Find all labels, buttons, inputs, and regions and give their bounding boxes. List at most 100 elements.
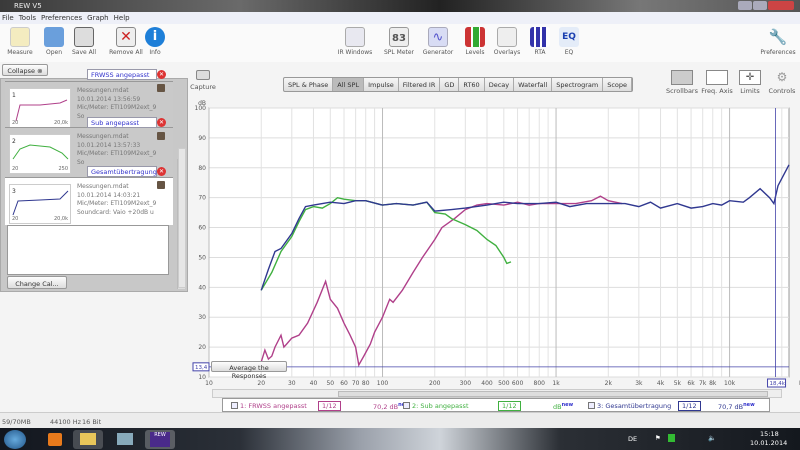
measure-icon (10, 27, 30, 47)
change-cal-button[interactable]: Change Cal... (7, 276, 67, 289)
tab-spectrogram[interactable]: Spectrogram (552, 78, 604, 91)
notes-area[interactable] (7, 225, 169, 275)
smoothing-selector[interactable]: 1/12 (678, 401, 701, 411)
horizontal-scrollbar[interactable] (212, 389, 782, 398)
tab-decay[interactable]: Decay (485, 78, 515, 91)
delete-measurement-2-icon[interactable]: ✕ (157, 118, 166, 127)
legend-checkbox[interactable] (231, 402, 238, 409)
legend-item-1[interactable]: 1: FRWSS angepasst (231, 402, 307, 410)
measure-button[interactable]: Measure (3, 27, 37, 56)
thumbnail-axis-end: 20,0k (53, 216, 68, 222)
rew-taskbar-icon[interactable]: REW (145, 430, 175, 449)
status-bar: 59/70MB 44100 Hz 16 Bit (0, 412, 800, 428)
taskbar: REW DE ⚑ 🔈 15:18 10.01.2014 (0, 428, 800, 450)
measurement-thumbnail: 1 20 20,0k (9, 88, 71, 128)
tab-impulse[interactable]: Impulse (364, 78, 399, 91)
x-tick-label: 10k (724, 380, 736, 387)
delete-measurement-1-icon[interactable]: ✕ (157, 70, 166, 79)
tab-spl-phase[interactable]: SPL & Phase (284, 78, 334, 91)
sine-wave-icon: ∿ (428, 27, 448, 47)
levels-button[interactable]: Levels (458, 27, 492, 56)
smoothing-selector[interactable]: 1/12 (498, 401, 521, 411)
volume-icon[interactable]: 🔈 (708, 434, 716, 442)
legend-checkbox[interactable] (403, 402, 410, 409)
x-tick-label: 600 (512, 380, 524, 387)
menu-file[interactable]: File (2, 14, 14, 22)
clock-date[interactable]: 10.01.2014 (750, 439, 787, 447)
folder-icon (44, 27, 64, 47)
info-button[interactable]: i Info (138, 27, 172, 56)
svg-text:2: 2 (12, 138, 16, 145)
legend-item-3[interactable]: 3: Gesamtübertragung (588, 402, 671, 410)
freq-axis-icon (706, 70, 728, 85)
explorer-icon[interactable] (73, 430, 103, 449)
smoothing-selector[interactable]: 1/12 (318, 401, 341, 411)
tab-scope[interactable]: Scope (603, 78, 633, 91)
remove-all-icon: ✕ (116, 27, 136, 47)
minimize-button[interactable] (738, 1, 752, 10)
x-tick-label: 800 (534, 380, 546, 387)
tab-waterfall[interactable]: Waterfall (514, 78, 553, 91)
x-tick-label: 20 (257, 380, 265, 387)
thumbnail-axis-end: 20,0k (53, 120, 68, 126)
clock-time[interactable]: 15:18 (760, 430, 779, 438)
y-tick-label: 40 (198, 284, 206, 291)
y-tick-label: 20 (198, 344, 206, 351)
collapse-button[interactable]: Collapse ⊗ (2, 64, 48, 76)
spl-chart[interactable]: 10203040506070809010010 20 30 40 50 60 70 80 100… (185, 98, 800, 388)
wrench-icon: 🔧 (768, 28, 788, 46)
network-app-icon[interactable] (110, 430, 140, 449)
graph-tabs: SPL & Phase All SPL Impulse Filtered IR GD RT… (283, 77, 634, 92)
spl-meter-button[interactable]: 83 SPL Meter (382, 27, 416, 56)
scrollbars-icon (671, 70, 693, 85)
y-tick-label: 70 (198, 195, 206, 202)
x-tick-label: 5k (674, 380, 682, 387)
x-tick-label: 50 (326, 380, 334, 387)
ir-windows-button[interactable]: IR Windows (335, 27, 375, 56)
thumbnail-axis-start: 20 (12, 120, 19, 126)
measurement-name-3[interactable]: Gesamtübertragung (87, 166, 157, 177)
measurement-item-3[interactable]: 3 20 20,0k Messungen.mdat 10.01.2014 14:0… (5, 177, 173, 225)
battery-icon[interactable] (668, 434, 675, 442)
x-tick-label: 500 (498, 380, 510, 387)
legend-checkbox[interactable] (588, 402, 595, 409)
menu-help[interactable]: Help (114, 14, 130, 22)
start-button[interactable] (4, 430, 26, 449)
preferences-button[interactable]: 🔧 Preferences (758, 27, 798, 56)
limits-icon: ✛ (739, 70, 761, 85)
flag-icon[interactable]: ⚑ (655, 434, 661, 442)
tab-rt60[interactable]: RT60 (459, 78, 485, 91)
chart-icon[interactable] (157, 181, 165, 189)
overlays-button[interactable]: Overlays (490, 27, 524, 56)
chart-icon[interactable] (157, 84, 165, 92)
measurement-name-2[interactable]: Sub angepasst (87, 117, 157, 128)
x-tick-label: 200 (429, 380, 441, 387)
language-indicator[interactable]: DE (628, 435, 637, 443)
rta-icon (530, 27, 550, 47)
legend-item-2[interactable]: 2: Sub angepasst (403, 402, 469, 410)
scrollbars-button[interactable]: Scrollbars (662, 70, 702, 95)
capture-button[interactable]: Capture (190, 70, 216, 91)
tab-all-spl[interactable]: All SPL (333, 78, 365, 91)
chart-icon[interactable] (157, 132, 165, 140)
measurement-name-1[interactable]: FRWSS angepasst (87, 69, 157, 80)
legend-level: dBnew (553, 402, 574, 412)
open-button[interactable]: Open (37, 27, 71, 56)
info-icon: i (145, 27, 165, 47)
media-player-icon[interactable] (40, 430, 70, 449)
save-all-button[interactable]: Save All (67, 27, 101, 56)
delete-measurement-3-icon[interactable]: ✕ (157, 167, 166, 176)
controls-button[interactable]: ⚙ Controls (762, 70, 800, 95)
y-tick-label: 90 (198, 135, 206, 142)
maximize-button[interactable] (753, 1, 767, 10)
menu-preferences[interactable]: Preferences (41, 14, 82, 22)
tab-filtered-ir[interactable]: Filtered IR (399, 78, 441, 91)
generator-button[interactable]: ∿ Generator (421, 27, 455, 56)
close-window-button[interactable] (768, 1, 794, 10)
x-tick-label: 10 (205, 380, 213, 387)
menu-graph[interactable]: Graph (87, 14, 108, 22)
tab-gd[interactable]: GD (440, 78, 460, 91)
average-responses-button[interactable]: Average the Responses (211, 361, 287, 380)
eq-button[interactable]: EQ EQ (552, 27, 586, 56)
menu-tools[interactable]: Tools (19, 14, 36, 22)
